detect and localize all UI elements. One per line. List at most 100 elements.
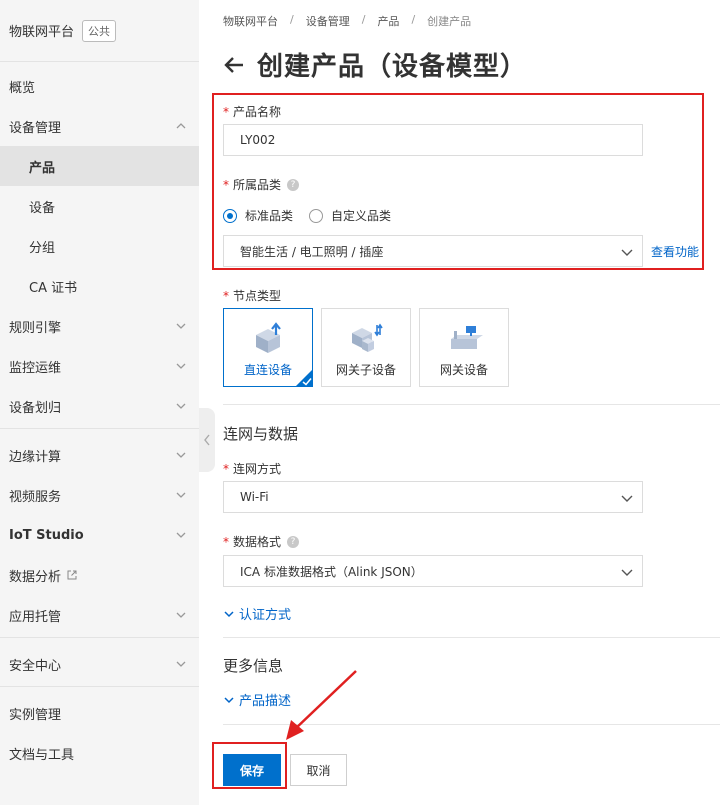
app-root: 物联网平台 公共 概览 设备管理 产品 设备 分组 CA 证书 规则引擎 监控运…: [0, 0, 720, 805]
category-radio-group: 标准品类 自定义品类: [223, 207, 391, 224]
breadcrumb-current: 创建产品: [427, 15, 472, 28]
gateway-sub-device-icon: [352, 323, 383, 352]
sidebar-item-device-management[interactable]: 设备管理: [0, 106, 199, 146]
gateway-device-icon: [451, 326, 483, 349]
selected-check-icon: [295, 369, 313, 387]
sidebar-item-label: 文档与工具: [9, 747, 75, 763]
view-functions-link[interactable]: 查看功能: [651, 243, 699, 260]
radio-custom-category[interactable]: [309, 208, 324, 223]
more-info-section-title: 更多信息: [223, 657, 284, 675]
section-divider: [223, 404, 720, 405]
node-type-label-text: 直连设备: [243, 363, 292, 377]
section-divider: [223, 724, 720, 725]
sidebar-title[interactable]: 物联网平台: [9, 21, 74, 40]
sidebar-item-ca-cert[interactable]: CA 证书: [0, 266, 199, 306]
chevron-down-icon: [176, 661, 186, 667]
sidebar-item-product[interactable]: 产品: [0, 146, 199, 186]
chevron-down-icon: [176, 492, 186, 498]
sidebar-badge: 公共: [82, 19, 117, 42]
sidebar-item-edge-computing[interactable]: 边缘计算: [0, 435, 199, 475]
node-type-label-text: 网关子设备: [335, 363, 396, 377]
chevron-left-icon: [204, 434, 210, 446]
node-type-gateway-device[interactable]: 网关设备: [419, 308, 509, 387]
select-value: ICA 标准数据格式（Alink JSON）: [240, 564, 423, 579]
field-label: 所属品类: [233, 178, 282, 192]
select-value: 智能生活 / 电工照明 / 插座: [240, 244, 384, 259]
sidebar-item-label: 应用托管: [9, 609, 62, 625]
chevron-down-icon: [621, 249, 633, 256]
sidebar-item-data-analysis[interactable]: 数据分析: [0, 555, 199, 595]
breadcrumb-item[interactable]: 物联网平台: [223, 13, 278, 29]
sidebar-item-instance-management[interactable]: 实例管理: [0, 693, 199, 733]
sidebar-item-iot-studio[interactable]: IoT Studio: [0, 515, 199, 555]
cancel-button[interactable]: 取消: [290, 754, 347, 786]
network-mode-label: * 连网方式: [223, 460, 281, 477]
required-mark: *: [223, 288, 229, 303]
radio-label[interactable]: 标准品类: [245, 207, 293, 224]
sidebar-item-monitoring[interactable]: 监控运维: [0, 346, 199, 386]
sidebar-item-overview[interactable]: 概览: [0, 66, 199, 106]
sidebar-item-label: 监控运维: [9, 360, 62, 376]
auth-method-expander[interactable]: 认证方式: [223, 604, 291, 623]
save-button[interactable]: 保存: [223, 754, 281, 786]
product-name-input[interactable]: LY002: [223, 124, 643, 156]
sidebar-item-rule-engine[interactable]: 规则引擎: [0, 306, 199, 346]
radio-label[interactable]: 自定义品类: [331, 207, 391, 224]
sidebar-item-label: 规则引擎: [9, 320, 62, 336]
chevron-down-icon: [224, 696, 234, 703]
product-description-expander[interactable]: 产品描述: [223, 690, 291, 709]
sidebar-collapse-handle[interactable]: [199, 408, 215, 472]
back-arrow-icon[interactable]: [221, 52, 247, 78]
node-type-label: * 节点类型: [223, 287, 281, 304]
sidebar-item-security-center[interactable]: 安全中心: [0, 644, 199, 684]
category-select[interactable]: 智能生活 / 电工照明 / 插座: [223, 235, 643, 267]
breadcrumb-item[interactable]: 设备管理: [306, 13, 350, 29]
sidebar-item-label: 实例管理: [9, 707, 62, 723]
help-icon[interactable]: ?: [287, 178, 300, 191]
sidebar-divider: [0, 686, 199, 687]
expander-label: 产品描述: [239, 694, 292, 709]
chevron-down-icon: [176, 532, 186, 538]
breadcrumb-separator: /: [411, 13, 416, 26]
sidebar-divider: [0, 428, 199, 429]
chevron-down-icon: [621, 569, 633, 576]
radio-standard-category[interactable]: [223, 208, 237, 223]
annotation-arrow: [286, 670, 357, 740]
breadcrumb: 物联网平台 / 设备管理 / 产品 / 创建产品: [223, 13, 471, 29]
sidebar-item-app-hosting[interactable]: 应用托管: [0, 595, 199, 635]
required-mark: *: [223, 534, 229, 549]
field-label: 产品名称: [233, 105, 282, 119]
chevron-down-icon: [176, 452, 186, 458]
sidebar-item-label: 数据分析: [9, 569, 62, 585]
sidebar-item-video-service[interactable]: 视频服务: [0, 475, 199, 515]
sidebar-item-docs-tools[interactable]: 文档与工具: [0, 733, 199, 773]
chevron-up-icon: [176, 123, 186, 129]
sidebar-item-group[interactable]: 分组: [0, 226, 199, 266]
node-type-gateway-sub-device[interactable]: 网关子设备: [321, 308, 411, 387]
sidebar-item-device-assignment[interactable]: 设备划归: [0, 386, 199, 426]
help-icon[interactable]: ?: [287, 535, 300, 548]
category-label: * 所属品类 ?: [223, 176, 300, 193]
expander-label: 认证方式: [239, 608, 292, 623]
data-format-select[interactable]: ICA 标准数据格式（Alink JSON）: [223, 555, 643, 587]
required-mark: *: [223, 177, 229, 192]
sidebar-item-label: CA 证书: [29, 280, 78, 296]
sidebar-item-label: 视频服务: [9, 489, 62, 505]
field-label: 节点类型: [233, 289, 282, 303]
data-format-label: * 数据格式 ?: [223, 533, 300, 550]
chevron-down-icon: [224, 610, 234, 617]
network-mode-select[interactable]: Wi-Fi: [223, 481, 643, 513]
chevron-down-icon: [176, 363, 186, 369]
breadcrumb-item[interactable]: 产品: [377, 13, 399, 29]
chevron-down-icon: [176, 612, 186, 618]
sidebar-item-label: 安全中心: [9, 658, 62, 674]
sidebar-item-device[interactable]: 设备: [0, 186, 199, 226]
sidebar-item-label: 概览: [9, 80, 36, 96]
chevron-down-icon: [621, 495, 633, 502]
node-type-direct-device[interactable]: 直连设备: [223, 308, 313, 387]
chevron-down-icon: [176, 323, 186, 329]
chevron-down-icon: [176, 403, 186, 409]
select-value: Wi-Fi: [240, 490, 269, 504]
sidebar-item-label: 设备: [29, 200, 56, 216]
sidebar-divider: [0, 637, 199, 638]
